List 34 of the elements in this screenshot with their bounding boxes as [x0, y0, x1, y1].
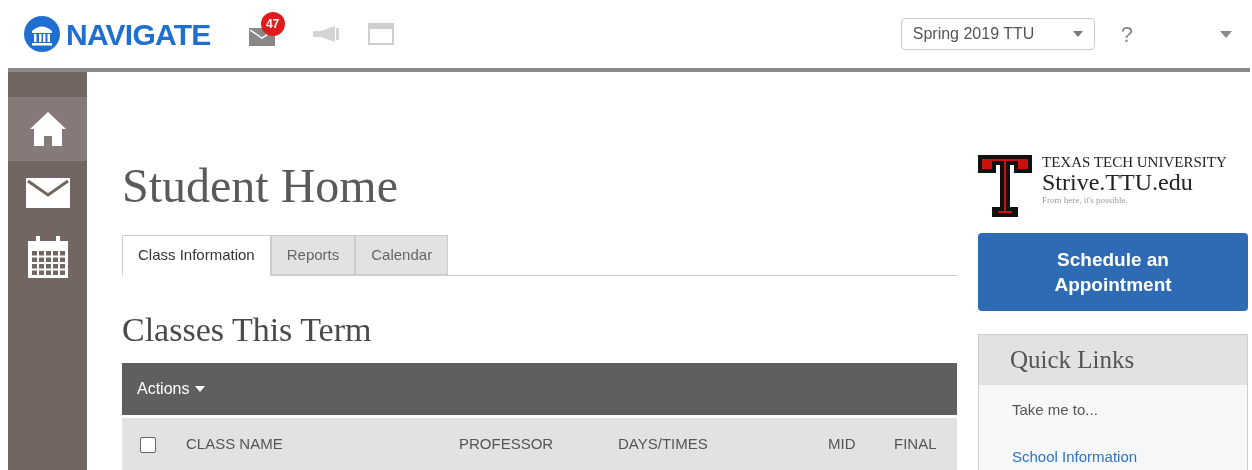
university-tagline: From here, it's possible. — [1042, 196, 1129, 205]
window-icon — [367, 23, 394, 45]
term-select[interactable]: Spring 2019 TTU — [900, 18, 1095, 50]
caret-icon — [1220, 30, 1232, 38]
caret-icon — [1072, 31, 1083, 37]
tab[interactable]: Calendar — [355, 235, 449, 275]
mail-icon — [25, 178, 70, 208]
tab[interactable]: Class Information — [122, 235, 271, 276]
help-button[interactable]: ? — [1120, 17, 1133, 51]
column-header[interactable]: MID — [828, 433, 894, 456]
quick-links-intro: Take me to... — [1012, 400, 1099, 420]
quick-links-title: Quick Links — [1010, 345, 1135, 376]
caret-icon — [195, 386, 206, 392]
megaphone-icon — [310, 26, 339, 42]
double-t-logo-icon — [978, 155, 1032, 217]
column-header[interactable]: DAYS/TIMES — [618, 433, 828, 456]
brand-name: NAVIGATE — [66, 16, 211, 53]
column-header[interactable]: CLASS NAME — [186, 433, 459, 456]
logo-icon — [24, 16, 60, 52]
column-header[interactable]: PROFESSOR — [459, 433, 618, 456]
section-title: Classes This Term — [122, 313, 373, 347]
quick-link[interactable]: School Information — [1012, 445, 1247, 468]
actions-menu[interactable]: Actions — [137, 377, 206, 401]
messages-button[interactable]: 47 — [248, 12, 285, 46]
calendar-icon — [27, 236, 68, 278]
university-name: TEXAS TECH UNIVERSITY — [1042, 155, 1227, 170]
university-site: Strive.TTU.edu — [1042, 170, 1194, 194]
message-count-badge: 47 — [260, 12, 285, 36]
column-header[interactable]: FINAL — [894, 433, 937, 456]
page-title: Student Home — [122, 162, 399, 210]
select-all-checkbox[interactable] — [140, 436, 156, 453]
sidebar-item[interactable] — [8, 97, 87, 161]
tab[interactable]: Reports — [270, 235, 356, 275]
schedule-appointment-button[interactable]: Schedule an Appointment — [978, 233, 1248, 311]
